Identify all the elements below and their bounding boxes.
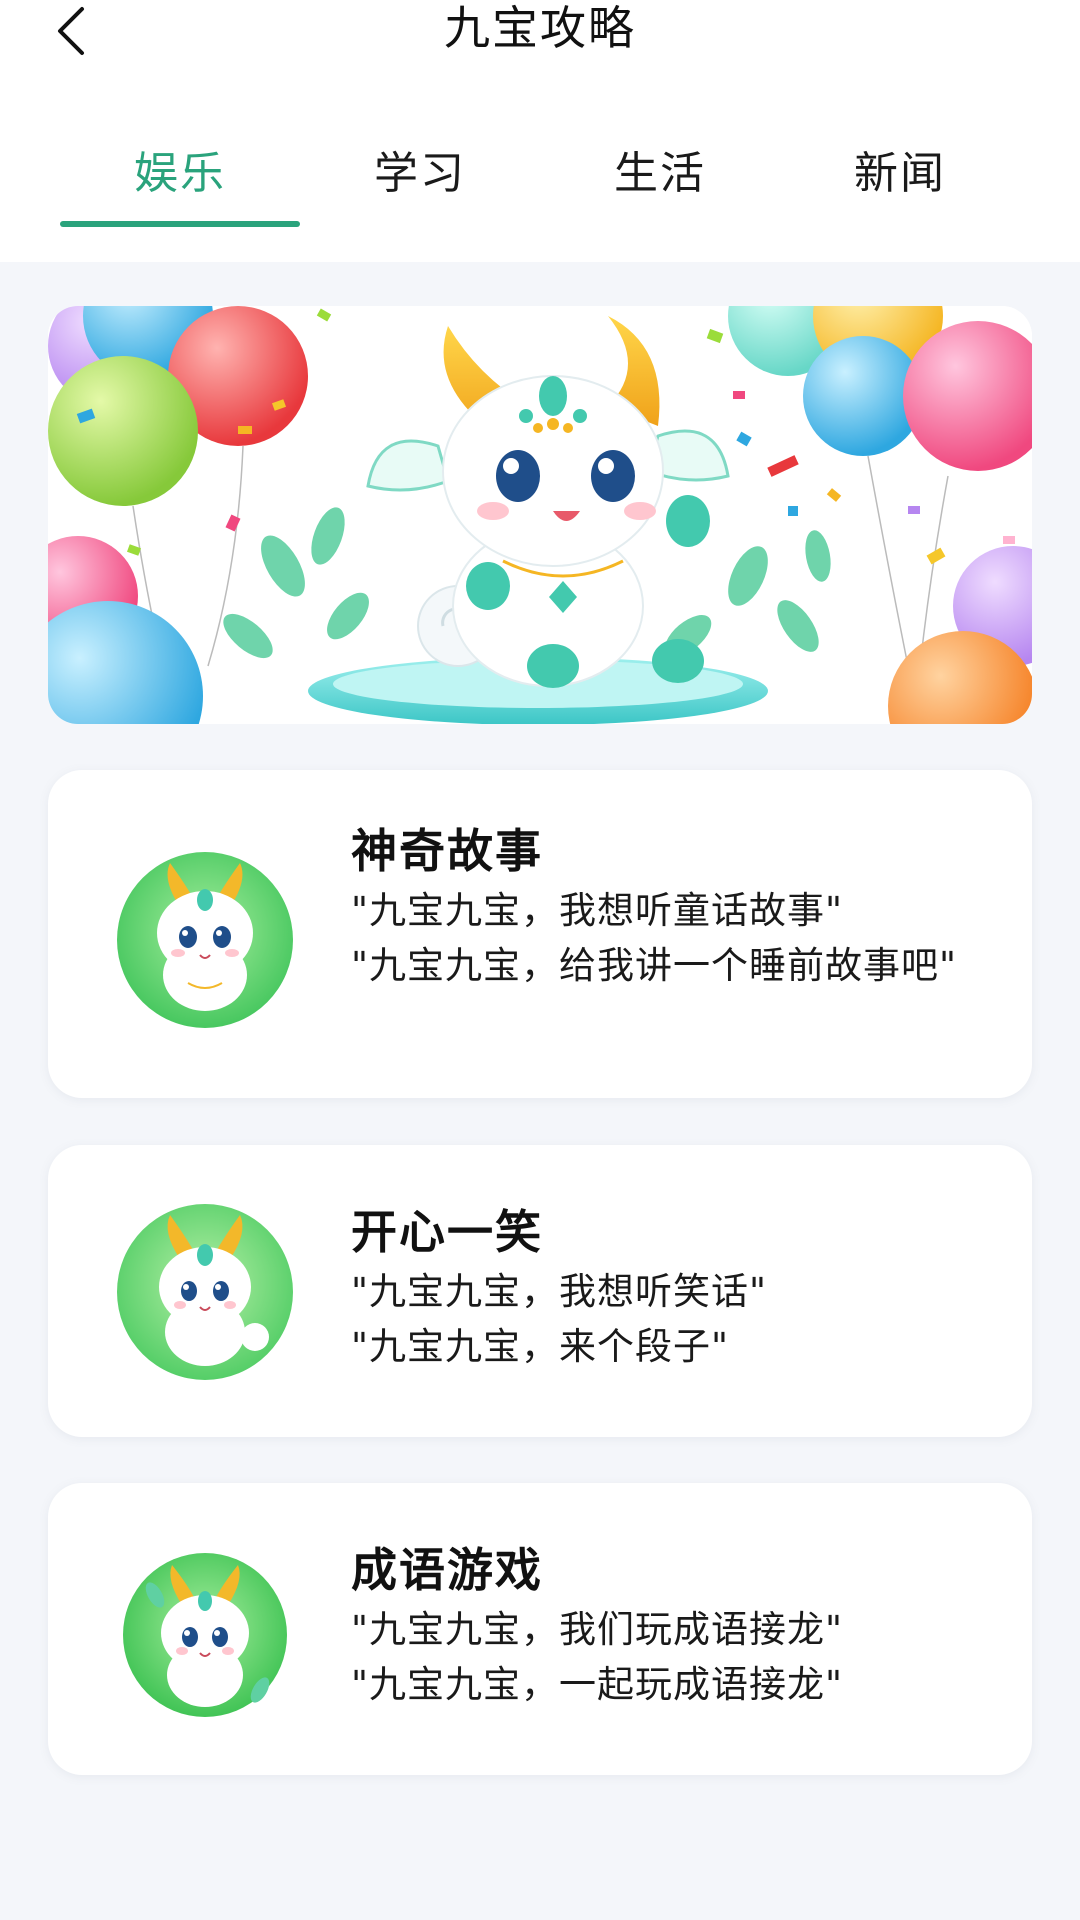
card-title: 开心一笑 xyxy=(351,1205,543,1259)
feature-card[interactable]: 开心一笑 "九宝九宝，我想听笑话" "九宝九宝，来个段子" xyxy=(48,1145,1032,1437)
card-title: 神奇故事 xyxy=(351,824,543,878)
mascot-avatar-icon xyxy=(123,1553,287,1717)
tab-label: 新闻 xyxy=(854,148,946,199)
tab-news[interactable]: 新闻 xyxy=(780,130,1020,230)
mascot-dragon-balloons-illustration xyxy=(48,306,1032,724)
card-title: 成语游戏 xyxy=(351,1543,543,1597)
card-text: 神奇故事 "九宝九宝，我想听童话故事" "九宝九宝，给我讲一个睡前故事吧" xyxy=(351,822,1011,990)
voice-command-example: "九宝九宝，我想听笑话" xyxy=(351,1270,768,1313)
voice-command-example: "九宝九宝，来个段子" xyxy=(351,1325,730,1368)
banner-image[interactable] xyxy=(48,306,1032,724)
mascot-avatar-icon xyxy=(117,852,293,1028)
voice-command-example: "九宝九宝，我们玩成语接龙" xyxy=(351,1608,844,1651)
tab-study[interactable]: 学习 xyxy=(300,130,540,230)
voice-command-example: "九宝九宝，一起玩成语接龙" xyxy=(351,1663,844,1706)
active-tab-indicator xyxy=(60,221,300,227)
page-title: 九宝攻略 xyxy=(444,1,636,55)
mascot-avatar-icon xyxy=(117,1204,293,1380)
tab-label: 学习 xyxy=(374,148,466,199)
tab-label: 生活 xyxy=(614,148,706,199)
card-text: 开心一笑 "九宝九宝，我想听笑话" "九宝九宝，来个段子" xyxy=(351,1203,1011,1371)
feature-card[interactable]: 神奇故事 "九宝九宝，我想听童话故事" "九宝九宝，给我讲一个睡前故事吧" xyxy=(48,770,1032,1098)
top-bar: 九宝攻略 娱乐 学习 生活 新闻 xyxy=(0,0,1080,262)
back-button[interactable] xyxy=(42,0,102,62)
feature-card[interactable]: 成语游戏 "九宝九宝，我们玩成语接龙" "九宝九宝，一起玩成语接龙" xyxy=(48,1483,1032,1775)
chevron-left-icon xyxy=(58,7,84,55)
voice-command-example: "九宝九宝，我想听童话故事" xyxy=(351,889,844,932)
category-tabs: 娱乐 学习 生活 新闻 xyxy=(60,130,1020,230)
tab-life[interactable]: 生活 xyxy=(540,130,780,230)
card-text: 成语游戏 "九宝九宝，我们玩成语接龙" "九宝九宝，一起玩成语接龙" xyxy=(351,1541,1011,1709)
tab-entertainment[interactable]: 娱乐 xyxy=(60,130,300,230)
voice-command-example: "九宝九宝，给我讲一个睡前故事吧" xyxy=(351,944,958,987)
tab-label: 娱乐 xyxy=(134,148,226,199)
